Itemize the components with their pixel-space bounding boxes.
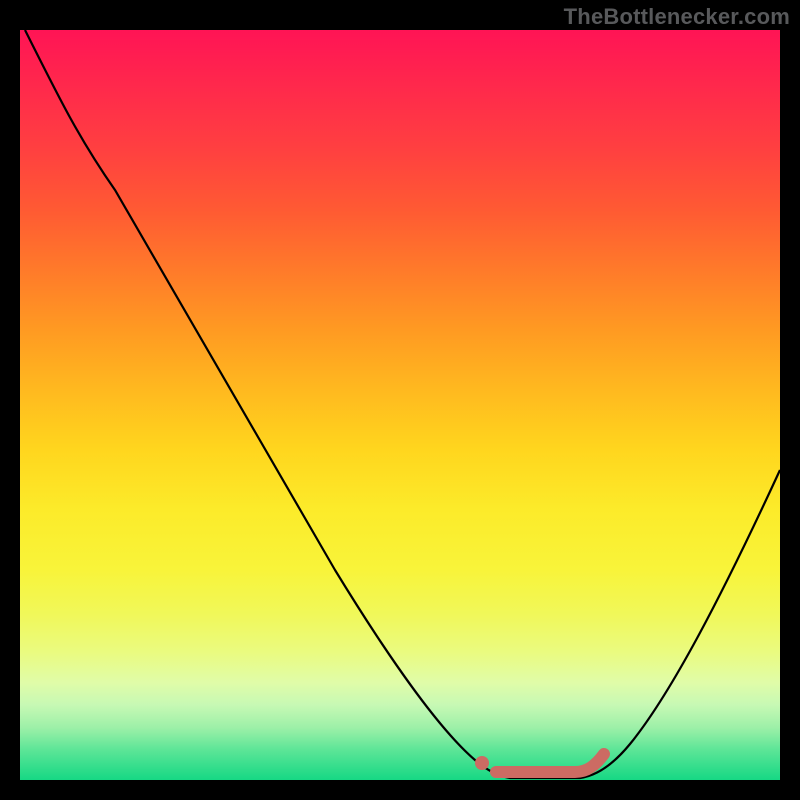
bottleneck-curve (25, 30, 780, 778)
chart-overlay (20, 30, 780, 780)
optimal-range-start-dot (475, 756, 489, 770)
attribution-text: TheBottlenecker.com (564, 4, 790, 30)
optimal-range-marker (496, 754, 604, 772)
chart-frame: TheBottlenecker.com (0, 0, 800, 800)
